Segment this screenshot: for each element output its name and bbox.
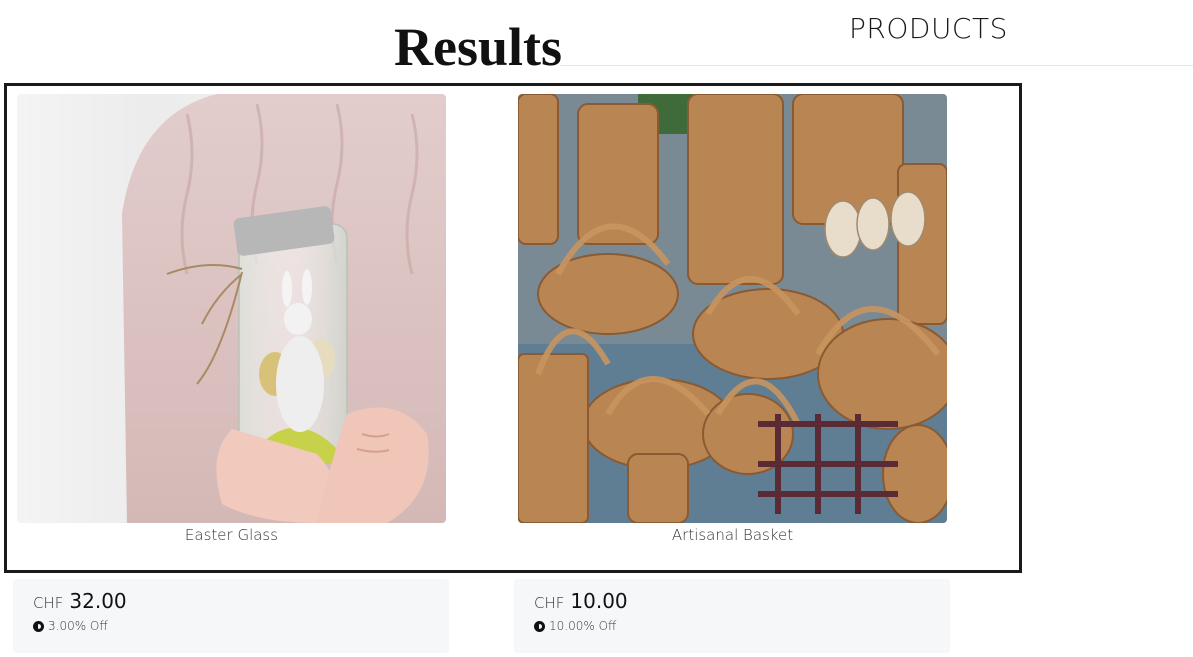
product-card-easter-glass[interactable]: Easter Glass [17, 94, 446, 544]
price-amount: 32.00 [69, 589, 127, 613]
price-amount: 10.00 [570, 589, 628, 613]
discount-line: 3.00% Off [33, 619, 449, 633]
header-divider [560, 65, 1193, 66]
results-title: Results [394, 17, 563, 77]
discount-line: 10.00% Off [534, 619, 950, 633]
product-image[interactable] [17, 94, 446, 523]
product-card-artisanal-basket[interactable]: Artisanal Basket [518, 94, 947, 544]
discount-text: 3.00% Off [48, 619, 108, 633]
price-line: CHF 32.00 [33, 589, 449, 613]
discount-text: 10.00% Off [549, 619, 617, 633]
products-heading[interactable]: PRODUCTS [849, 12, 1008, 45]
percent-badge-icon [33, 620, 44, 632]
price-card: CHF 10.00 10.00% Off [514, 579, 950, 653]
page: PRODUCTS Results Easter Glass Artisanal … [0, 0, 1193, 657]
product-image[interactable] [518, 94, 947, 523]
price-card: CHF 32.00 3.00% Off [13, 579, 449, 653]
percent-badge-icon [534, 620, 545, 632]
currency-label: CHF [534, 594, 565, 612]
currency-label: CHF [33, 594, 64, 612]
price-line: CHF 10.00 [534, 589, 950, 613]
product-name[interactable]: Artisanal Basket [518, 526, 947, 544]
product-name[interactable]: Easter Glass [17, 526, 446, 544]
